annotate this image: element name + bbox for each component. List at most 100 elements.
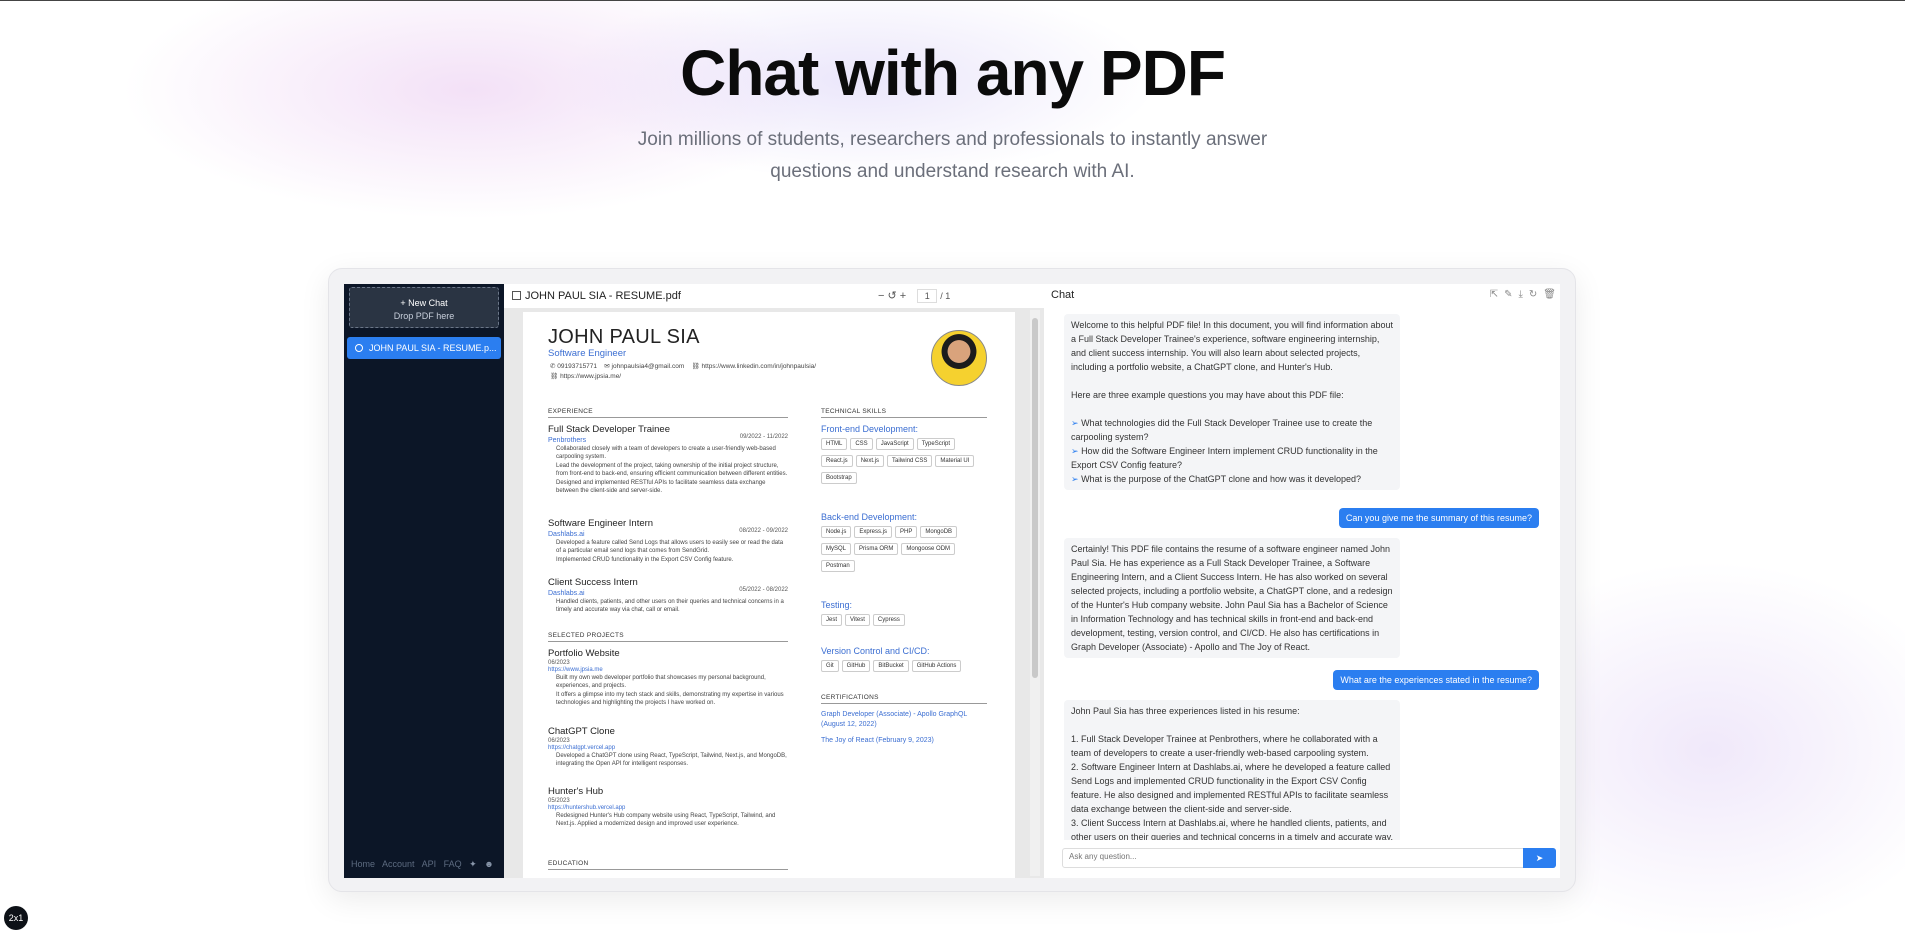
chat-item-label: JOHN PAUL SIA - RESUME.p... [369,343,497,353]
page-total: / 1 [940,291,951,301]
pdf-scroll-thumb[interactable] [1032,318,1038,678]
page-number-input[interactable]: 1 [917,289,938,303]
chat-bubble-icon [355,344,363,352]
cert-item: Graph Developer (Associate) - Apollo Gra… [821,711,968,728]
project-date: 06/2023 [548,738,570,744]
chat-pane: Chat ⇱ ✎ ⤓ ↻ 🗑 Welcome to this helpful PDF f… [1044,284,1560,878]
new-chat-dropzone[interactable]: + New Chat Drop PDF here [349,287,499,328]
project-title: ChatGPT Clone [548,726,615,737]
pdf-scrollbar[interactable] [1030,310,1040,876]
assistant-message: Certainly! This PDF file contains the re… [1064,538,1400,658]
example-question[interactable]: ➢ How did the Software Engineer Intern i… [1071,444,1393,472]
twitter-icon[interactable]: ✦ [469,859,477,869]
zoom-badge: 2x1 [4,906,28,930]
job-bullet: Handled clients, patients, and other use… [556,599,784,613]
user-message: Can you give me the summary of this resu… [1338,508,1539,528]
pdf-filename: JOHN PAUL SIA - RESUME.pdf [525,290,681,302]
job-entry: Full Stack Developer Trainee Penbrothers… [548,424,788,495]
project-link: https://chatgpt.vercel.app [548,745,616,751]
resume-contact: ✆ 09193715771 ✉ johnpaulsia4@gmail.com ⛓… [550,363,817,370]
cert-item: The Joy of React (February 9, 2023) [821,737,934,744]
skill-heading: Testing: [821,600,853,610]
section-projects: SELECTED PROJECTS [548,632,788,642]
send-button[interactable]: ➤ [1523,848,1556,868]
job-date: 08/2022 - 09/2022 [739,528,788,534]
sidebar-toggle-icon[interactable] [512,291,521,300]
chat-input-bar: ➤ [1062,848,1556,868]
skill-tag: Prisma ORM [854,543,899,555]
send-arrow-icon: ➢ [1071,446,1079,456]
skill-tag: BitBucket [873,660,909,672]
zoom-in-icon[interactable]: + [900,290,906,302]
job-bullet: Designed and implemented RESTful APIs to… [556,480,766,494]
trash-icon[interactable]: 🗑 [1543,289,1556,300]
chat-input[interactable] [1069,852,1509,861]
drop-pdf-label: Drop PDF here [393,311,455,321]
skill-tag: Tailwind CSS [887,455,933,467]
welcome-text: Welcome to this helpful PDF file! In thi… [1071,320,1393,372]
sidebar-chat-item[interactable]: JOHN PAUL SIA - RESUME.p... [347,337,501,359]
project-bullet: Built my own web developer portfolio tha… [556,675,766,689]
project-bullet: Developed a ChatGPT clone using React, T… [556,753,787,767]
project-bullet: Redesigned Hunter's Hub company website … [556,813,776,827]
project-link: https://www.jpsia.me [548,667,603,673]
project-date: 06/2023 [548,660,570,666]
share-icon[interactable]: ⇱ [1490,289,1498,300]
download-icon[interactable]: ⤓ [1518,289,1522,300]
answer-item: 1. Full Stack Developer Trainee at Penbr… [1071,734,1378,758]
job-date: 09/2022 - 11/2022 [739,434,788,440]
chat-messages[interactable]: Welcome to this helpful PDF file! In thi… [1044,314,1560,840]
pdf-toolbar: JOHN PAUL SIA - RESUME.pdf − ↺ + 1/ 1 [504,284,1044,308]
skill-tag: Express.js [854,526,893,538]
send-icon: ➤ [1535,853,1544,863]
section-experience: EXPERIENCE [548,408,788,418]
skill-group: Version Control and CI/CD: Git GitHub BitB… [821,646,991,677]
skill-tag: Next.js [855,455,885,467]
skill-tag: Vitest [845,614,870,626]
skill-tag: MySQL [821,543,852,555]
footer-link-faq[interactable]: FAQ [444,859,462,869]
footer-link-account[interactable]: Account [382,859,415,869]
job-bullet: Developed a feature called Send Logs tha… [556,540,784,554]
footer-link-home[interactable]: Home [351,859,375,869]
chat-header: Chat ⇱ ✎ ⤓ ↻ 🗑 [1044,284,1560,308]
skill-tag: MongoDB [920,526,958,538]
project-entry: ChatGPT Clone 06/2023 https://chatgpt.ve… [548,726,788,768]
skill-tag: Material UI [935,455,975,467]
skill-heading: Front-end Development: [821,424,919,434]
resume-site: https://www.jpsia.me/ [560,373,622,380]
example-question[interactable]: ➢ What technologies did the Full Stack D… [1071,416,1393,444]
section-skills: TECHNICAL SKILLS [821,408,987,418]
skill-heading: Version Control and CI/CD: [821,646,930,656]
project-title: Hunter's Hub [548,786,604,797]
skill-tag: HTML [821,438,848,450]
pdf-viewer[interactable]: JOHN PAUL SIA Software Engineer ✆ 091937… [504,308,1044,878]
skill-tag: Jest [821,614,843,626]
project-title: Portfolio Website [548,648,620,659]
skill-tag: Cypress [872,614,905,626]
project-bullet: It offers a glimpse into my tech stack a… [556,692,784,706]
refresh-icon[interactable]: ↻ [1529,289,1537,300]
resume-email: johnpaulsia4@gmail.com [611,363,685,370]
rotate-icon[interactable]: ↺ [888,290,897,302]
examples-intro: Here are three example questions you may… [1071,390,1344,400]
skill-tag: React.js [821,455,853,467]
zoom-out-icon[interactable]: − [878,290,884,302]
example-question[interactable]: ➢ What is the purpose of the ChatGPT clo… [1071,472,1393,486]
example-question-text: What technologies did the Full Stack Dev… [1071,418,1373,442]
job-entry: Client Success Intern Dashlabs.ai 05/202… [548,577,788,614]
skill-tag: PHP [895,526,918,538]
answer-item: 2. Software Engineer Intern at Dashlabs.… [1071,762,1391,814]
new-chat-label[interactable]: + New Chat [350,297,498,310]
skill-group: Front-end Development: HTML CSS JavaScript… [821,424,991,489]
send-arrow-icon: ➢ [1071,474,1079,484]
skill-tag: GitHub [841,660,871,672]
job-bullet: Collaborated closely with a team of deve… [556,446,776,460]
hero-subtitle: Join millions of students, researchers a… [637,129,1268,182]
skill-tag: Bootstrap [821,472,857,484]
edit-icon[interactable]: ✎ [1504,289,1512,300]
discord-icon[interactable]: ☻ [484,859,493,869]
footer-link-api[interactable]: API [422,859,437,869]
skill-tag: Postman [821,560,855,572]
resume-role: Software Engineer [548,348,627,359]
